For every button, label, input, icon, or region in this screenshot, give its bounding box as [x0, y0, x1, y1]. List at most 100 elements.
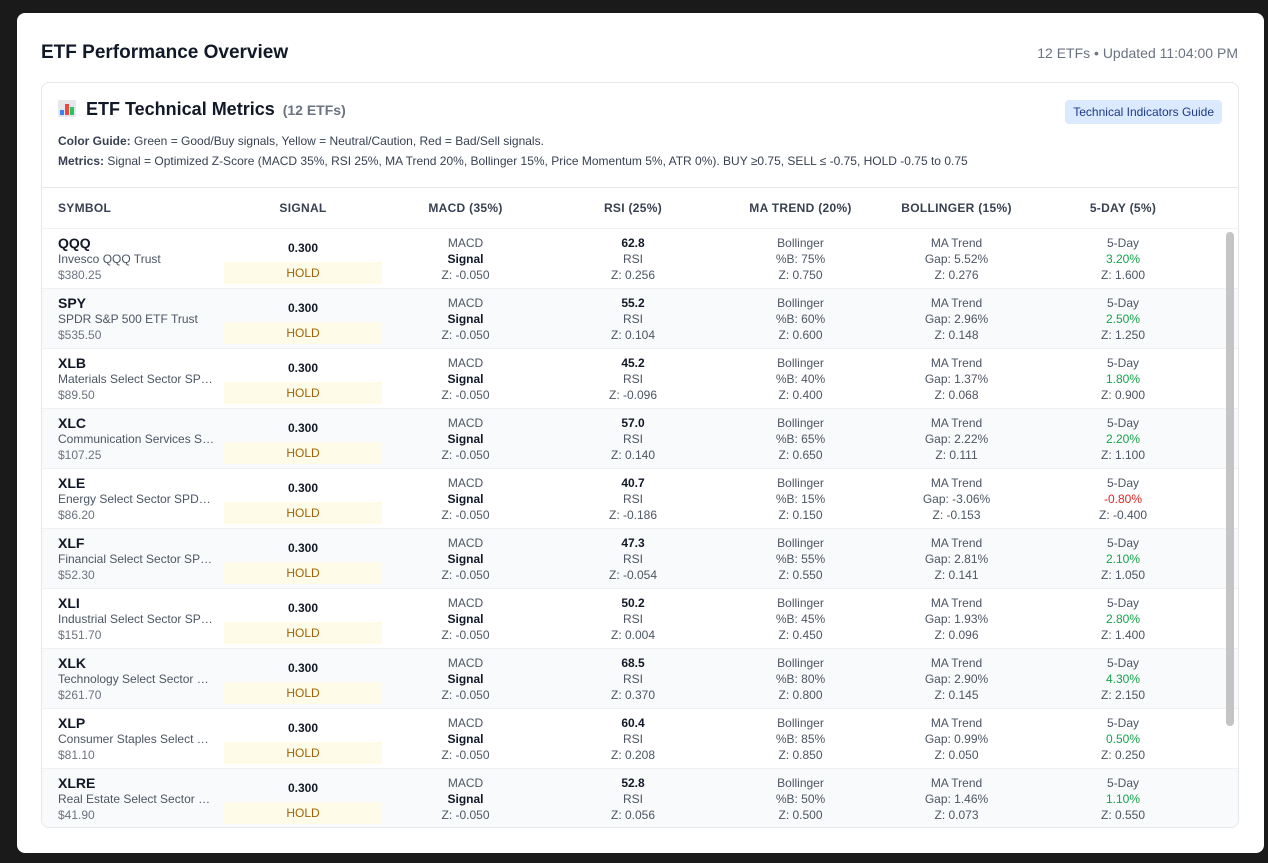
symbol-cell: XLCCommunication Services Select Sector …: [42, 409, 224, 468]
bollinger-zscore: Z: 0.550: [778, 567, 823, 582]
five-day-zscore: Z: 1.400: [1100, 627, 1146, 642]
rsi-value: 52.8: [621, 775, 645, 790]
table-row[interactable]: XLPConsumer Staples Select Sector SPDR F…: [42, 708, 1238, 768]
metrics-label: Metrics:: [58, 154, 105, 168]
color-guide-text: Green = Good/Buy signals, Yellow = Neutr…: [130, 134, 544, 148]
scrollbar-thumb[interactable]: [1226, 232, 1234, 726]
bollinger-cell: Bollinger %B: 50% Z: 0.500: [717, 769, 884, 827]
rsi-zscore: Z: 0.056: [610, 807, 656, 822]
bollinger-cell: Bollinger %B: 65% Z: 0.650: [717, 409, 884, 468]
macd-cell: MACD Signal Z: -0.050: [382, 349, 549, 408]
rsi-zscore: Z: 0.370: [610, 687, 656, 702]
ma-trend-zscore: Z: 0.145: [934, 687, 979, 702]
legend-description: Color Guide: Green = Good/Buy signals, Y…: [58, 131, 1222, 171]
bar-chart-icon: [58, 100, 76, 117]
col-header-signal[interactable]: SIGNAL: [224, 201, 382, 215]
five-day-change: 1.10%: [1105, 791, 1141, 806]
bollinger-percent-b: %B: 40%: [775, 371, 826, 386]
symbol-cell: XLEEnergy Select Sector SPDR Fund$86.20: [42, 469, 224, 528]
rsi-cell: 60.4 RSI Z: 0.208: [549, 709, 717, 768]
bollinger-label: Bollinger: [777, 715, 824, 730]
status-badge: HOLD: [224, 322, 382, 344]
rsi-cell: 50.2 RSI Z: 0.004: [549, 589, 717, 648]
macd-signal: Signal: [447, 251, 484, 266]
five-day-label: 5-Day: [1106, 355, 1139, 370]
table-row[interactable]: XLIIndustrial Select Sector SPDR Fund$15…: [42, 588, 1238, 648]
macd-label: MACD: [447, 715, 484, 730]
table-row[interactable]: XLFFinancial Select Sector SPDR Fund$52.…: [42, 528, 1238, 588]
symbol-cell: XLKTechnology Select Sector SPDR Fund$26…: [42, 649, 224, 708]
fund-name: Materials Select Sector SPDR Fund: [58, 371, 216, 386]
macd-label: MACD: [447, 415, 484, 430]
ma-trend-zscore: Z: 0.050: [934, 747, 979, 762]
ma-trend-cell: MA Trend Gap: 1.93% Z: 0.096: [884, 589, 1029, 648]
bollinger-percent-b: %B: 50%: [775, 791, 826, 806]
scrollbar[interactable]: [1226, 230, 1234, 826]
ma-trend-zscore: Z: 0.073: [934, 807, 979, 822]
ma-trend-zscore: Z: 0.111: [935, 447, 978, 462]
status-badge: HOLD: [224, 442, 382, 464]
ma-trend-label: MA Trend: [930, 415, 983, 430]
col-header-bollinger[interactable]: BOLLINGER (15%): [884, 201, 1029, 215]
metrics-guide: Metrics: Signal = Optimized Z-Score (MAC…: [58, 151, 1222, 171]
macd-zscore: Z: -0.050: [441, 327, 490, 342]
rsi-value: 57.0: [621, 415, 645, 430]
five-day-zscore: Z: 1.050: [1100, 567, 1146, 582]
macd-cell: MACD Signal Z: -0.050: [382, 589, 549, 648]
symbol-cell: XLBMaterials Select Sector SPDR Fund$89.…: [42, 349, 224, 408]
bollinger-zscore: Z: 0.500: [778, 807, 823, 822]
signal-score: 0.300: [287, 721, 319, 735]
symbol-cell: SPY SPDR S&P 500 ETF Trust $535.50: [42, 289, 224, 348]
bollinger-percent-b: %B: 45%: [775, 611, 826, 626]
price: $107.25: [58, 447, 102, 462]
signal-cell: 0.300 HOLD: [224, 469, 382, 528]
table-row[interactable]: XLCCommunication Services Select Sector …: [42, 408, 1238, 468]
five-day-zscore: Z: 0.550: [1100, 807, 1146, 822]
ma-trend-zscore: Z: 0.096: [934, 627, 979, 642]
macd-zscore: Z: -0.050: [441, 627, 490, 642]
bollinger-zscore: Z: 0.750: [778, 267, 823, 282]
macd-signal: Signal: [447, 611, 484, 626]
col-header-5day[interactable]: 5-DAY (5%): [1029, 201, 1217, 215]
bollinger-label: Bollinger: [777, 475, 824, 490]
macd-label: MACD: [447, 535, 484, 550]
ma-trend-gap: Gap: -3.06%: [922, 491, 991, 506]
table-row[interactable]: QQQ Invesco QQQ Trust $380.25 0.300 HOLD MACD…: [42, 228, 1238, 288]
rsi-zscore: Z: 0.104: [610, 327, 656, 342]
metrics-card: ETF Technical Metrics (12 ETFs) Technica…: [41, 82, 1239, 828]
rsi-cell: 57.0 RSI Z: 0.140: [549, 409, 717, 468]
symbol: QQQ: [58, 234, 91, 251]
signal-score: 0.300: [287, 541, 319, 555]
price: $380.25: [58, 267, 102, 282]
col-header-rsi[interactable]: RSI (25%): [549, 201, 717, 215]
fund-name: Real Estate Select Sector SPDR Fund: [58, 791, 216, 806]
rsi-label: RSI: [622, 671, 643, 686]
ma-trend-label: MA Trend: [930, 235, 983, 250]
rsi-zscore: Z: 0.004: [610, 627, 656, 642]
table-row[interactable]: SPY SPDR S&P 500 ETF Trust $535.50 0.300 HOL…: [42, 288, 1238, 348]
price: $89.50: [58, 387, 95, 402]
macd-label: MACD: [447, 295, 484, 310]
col-header-ma-trend[interactable]: MA TREND (20%): [717, 201, 884, 215]
symbol: XLP: [58, 714, 86, 731]
five-day-change: -0.80%: [1103, 491, 1143, 506]
table-row[interactable]: XLEEnergy Select Sector SPDR Fund$86.200…: [42, 468, 1238, 528]
table-row[interactable]: XLBMaterials Select Sector SPDR Fund$89.…: [42, 348, 1238, 408]
indicators-guide-button[interactable]: Technical Indicators Guide: [1065, 100, 1222, 124]
macd-signal: Signal: [447, 791, 484, 806]
col-header-macd[interactable]: MACD (35%): [382, 201, 549, 215]
five-day-zscore: Z: -0.400: [1098, 507, 1148, 522]
bollinger-label: Bollinger: [777, 775, 824, 790]
table-row[interactable]: XLKTechnology Select Sector SPDR Fund$26…: [42, 648, 1238, 708]
macd-zscore: Z: -0.050: [441, 387, 490, 402]
five-day-zscore: Z: 0.900: [1100, 387, 1146, 402]
col-header-symbol[interactable]: SYMBOL: [42, 201, 224, 215]
ma-trend-zscore: Z: 0.068: [934, 387, 979, 402]
price: $41.90: [58, 807, 95, 822]
fund-name: Invesco QQQ Trust: [58, 251, 161, 266]
rsi-cell: 55.2 RSI Z: 0.104: [549, 289, 717, 348]
table-body[interactable]: QQQ Invesco QQQ Trust $380.25 0.300 HOLD MACD…: [42, 228, 1238, 827]
five-day-change: 0.50%: [1105, 731, 1141, 746]
table-row[interactable]: XLREReal Estate Select Sector SPDR Fund$…: [42, 768, 1238, 827]
five-day-change: 2.10%: [1105, 551, 1141, 566]
